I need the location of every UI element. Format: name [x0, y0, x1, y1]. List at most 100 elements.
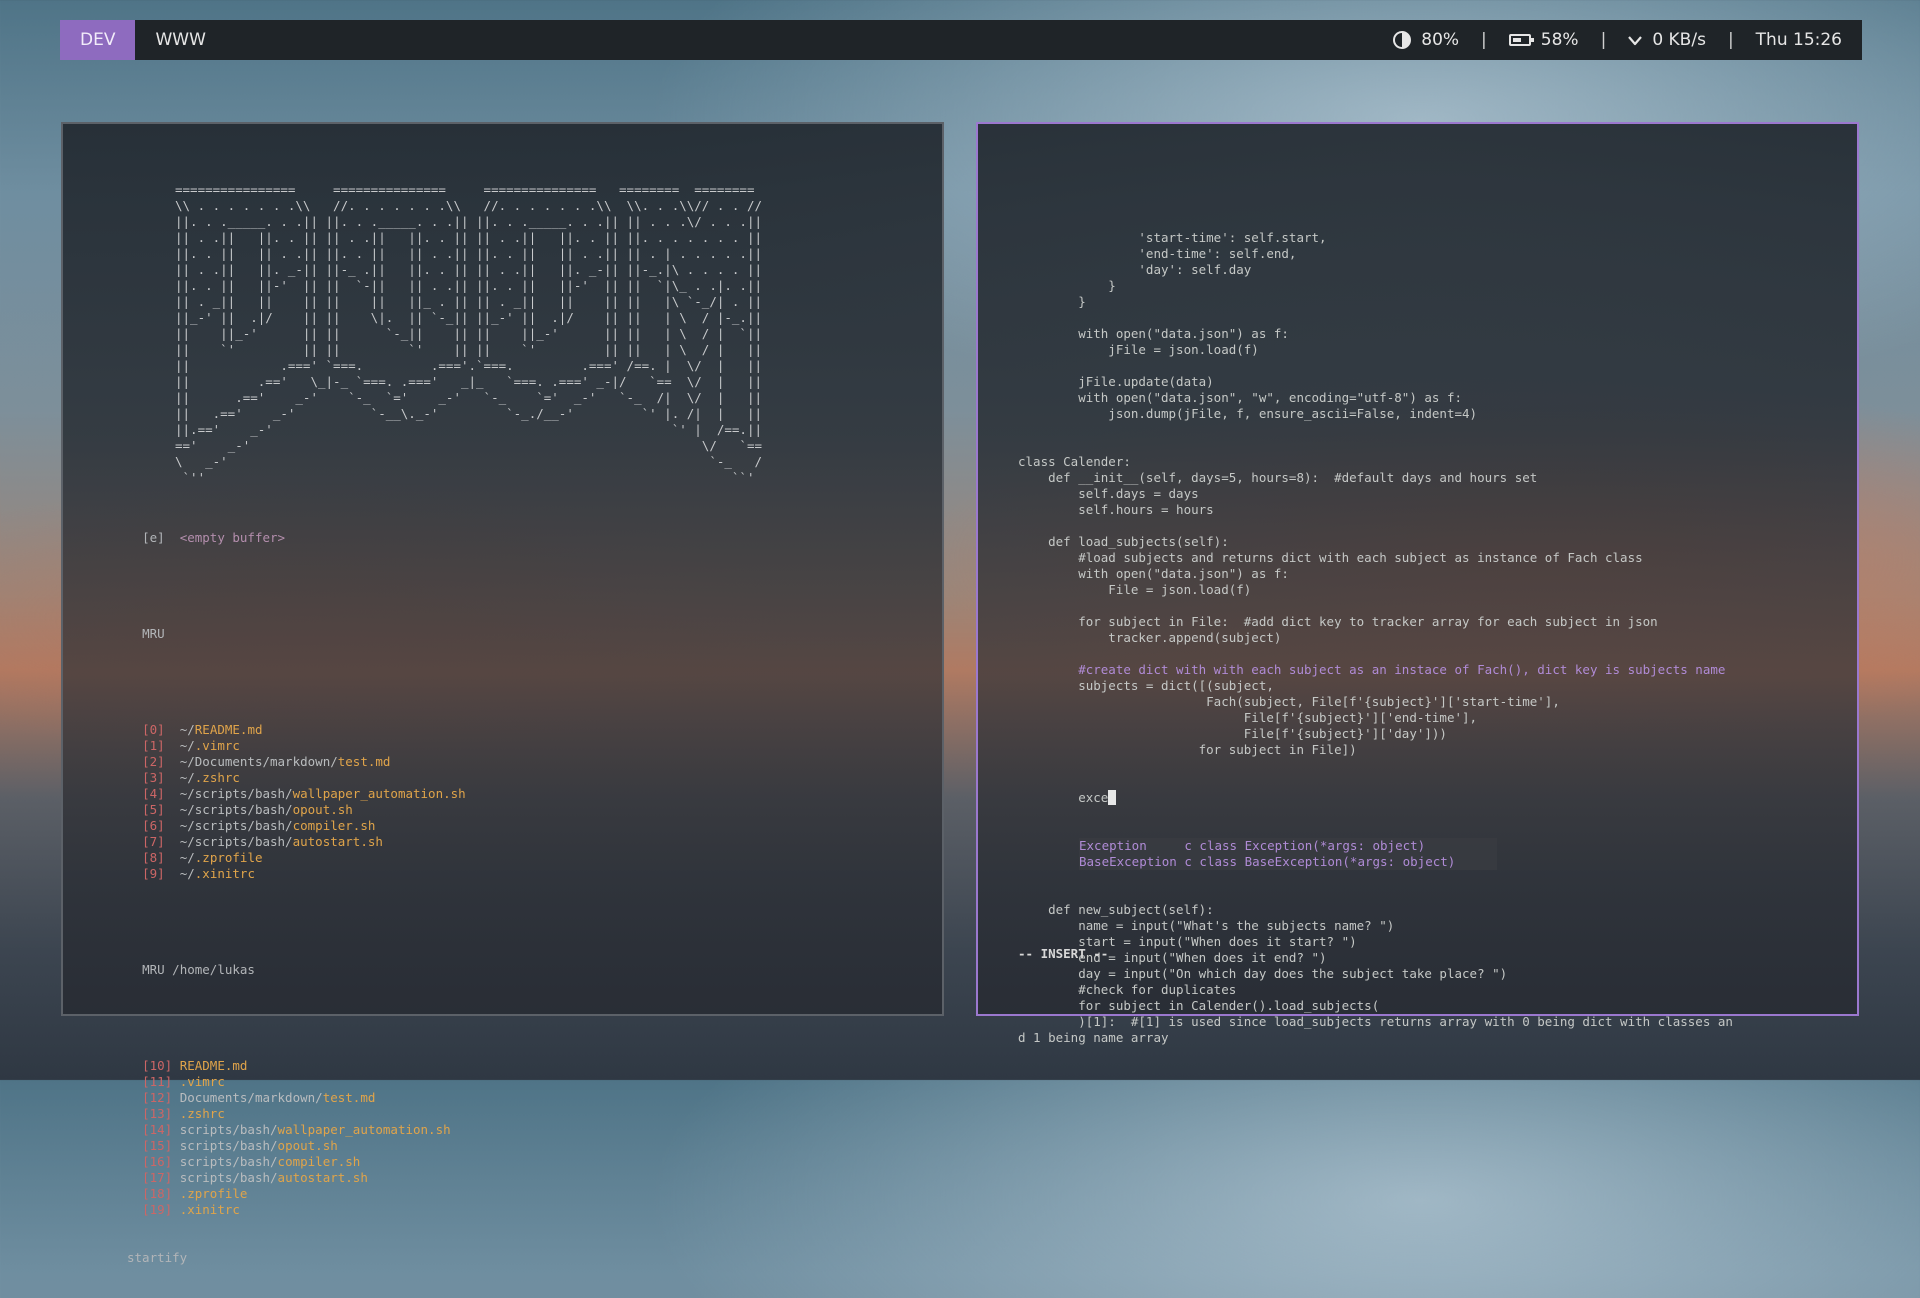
mru-item[interactable]: [0] ~/README.md	[127, 722, 466, 738]
mru-item[interactable]: [19] .xinitrc	[127, 1202, 466, 1218]
mru-item-dir: scripts/bash/	[179, 1170, 278, 1185]
mru-item-index: [1]	[142, 738, 165, 753]
mru-item-dir: ~/scripts/bash/	[179, 802, 293, 817]
separator: |	[1600, 30, 1607, 50]
workspace-www[interactable]: WWW	[135, 20, 225, 60]
mru-item-file: README.md	[194, 722, 263, 737]
mru-item-file: wallpaper_automation.sh	[292, 786, 466, 801]
code-line: }	[1018, 294, 1086, 309]
code-area[interactable]: 'start-time': self.start, 'end-time': se…	[1018, 198, 1733, 1078]
ascii-art-line: || . _|| || || || || ||_ . || || . _|| |…	[175, 294, 762, 309]
network-value: 0 KB/s	[1652, 30, 1706, 50]
code-line: }	[1018, 278, 1116, 293]
completion-item[interactable]: Exception c class Exception(*args: objec…	[1079, 838, 1497, 854]
code-line: day = input("On which day does the subje…	[1018, 966, 1508, 981]
mru-item[interactable]: [16] scripts/bash/compiler.sh	[127, 1154, 466, 1170]
mru-item[interactable]: [5] ~/scripts/bash/opout.sh	[127, 802, 466, 818]
mru-item[interactable]: [13] .zshrc	[127, 1106, 466, 1122]
ascii-art-line: `'' ``'	[175, 470, 755, 485]
mru-item[interactable]: [7] ~/scripts/bash/autostart.sh	[127, 834, 466, 850]
ascii-art-line: || .===' `===. .==='.`===. .===' /==. | …	[175, 358, 762, 373]
startify-window[interactable]: ================ =============== =======…	[61, 122, 944, 1265]
code-line: def load_subjects(self):	[1018, 534, 1229, 549]
mru-item-file: README.md	[179, 1058, 248, 1073]
mru-item[interactable]: [18] .zprofile	[127, 1186, 466, 1202]
code-line: File[f'{subject}']['day']))	[1018, 726, 1447, 741]
current-line[interactable]: exce	[1018, 790, 1733, 806]
brightness-icon	[1393, 31, 1412, 49]
network-status: 0 KB/s	[1628, 30, 1706, 50]
mru-item-dir: ~/	[179, 866, 195, 881]
code-line: for subject in File: #add dict key to tr…	[1018, 614, 1658, 629]
mru-item-file: .zprofile	[179, 1186, 248, 1201]
code-line: json.dump(jFile, f, ensure_ascii=False, …	[1018, 406, 1478, 421]
code-line: 'start-time': self.start,	[1018, 230, 1327, 245]
ascii-art-line: || . .|| ||. . || || . .|| ||. . || || .…	[175, 230, 762, 245]
mru-item-index: [16]	[142, 1154, 173, 1169]
ascii-art-line: \\ . . . . . . .\\ //. . . . . . .\\ //.…	[175, 198, 762, 213]
mru-item-dir: ~/Documents/markdown/	[179, 754, 338, 769]
mru-item-file: opout.sh	[277, 1138, 338, 1153]
mru-item[interactable]: [14] scripts/bash/wallpaper_automation.s…	[127, 1122, 466, 1138]
mru-item-file: compiler.sh	[292, 818, 376, 833]
mru-item-dir: ~/	[179, 770, 195, 785]
workspace-dev[interactable]: DEV	[60, 20, 136, 60]
mru-header: MRU	[142, 626, 165, 641]
brightness-status: 80%	[1393, 30, 1459, 50]
code-line: #check for duplicates	[1018, 982, 1237, 997]
mru-item-file: .zprofile	[194, 850, 263, 865]
startify-empty-buffer[interactable]: [e] <empty buffer>	[127, 530, 466, 546]
mru-item-file: wallpaper_automation.sh	[277, 1122, 451, 1137]
ascii-art-line: ||. . || || . .|| ||. . || || . .|| ||. …	[175, 246, 762, 261]
mru-item[interactable]: [2] ~/Documents/markdown/test.md	[127, 754, 466, 770]
mru-home-list: [10] README.md [11] .vimrc [12] Document…	[127, 1058, 466, 1218]
mru-item[interactable]: [15] scripts/bash/opout.sh	[127, 1138, 466, 1154]
mru-item[interactable]: [12] Documents/markdown/test.md	[127, 1090, 466, 1106]
ascii-art-line: ||. . ._____. . .|| ||. . ._____. . .|| …	[175, 214, 762, 229]
editor-window[interactable]: 'start-time': self.start, 'end-time': se…	[976, 122, 1859, 1045]
mru-item-index: [7]	[142, 834, 165, 849]
mru-item-dir: ~/	[179, 722, 195, 737]
ascii-art-line: ||. . || ||-' || || `-|| || . .|| ||. . …	[175, 278, 762, 293]
code-line: 'end-time': self.end,	[1018, 246, 1297, 261]
mru-item-index: [0]	[142, 722, 165, 737]
mru-item[interactable]: [4] ~/scripts/bash/wallpaper_automation.…	[127, 786, 466, 802]
completion-popup[interactable]: Exception c class Exception(*args: objec…	[1018, 838, 1733, 870]
completion-kind: c class BaseException(*args: object)	[1176, 854, 1456, 869]
mru-item-file: .xinitrc	[194, 866, 255, 881]
ascii-art-line: ==' _-' \/ `==	[175, 438, 762, 453]
code-line: name = input("What's the subjects name? …	[1018, 918, 1395, 933]
mru-item[interactable]: [9] ~/.xinitrc	[127, 866, 466, 882]
code-line: tracker.append(subject)	[1018, 630, 1282, 645]
code-line: with open("data.json", "w", encoding="ut…	[1018, 390, 1463, 405]
battery-fill	[1512, 38, 1521, 42]
mru-item[interactable]: [8] ~/.zprofile	[127, 850, 466, 866]
mru-item-dir: Documents/markdown/	[179, 1090, 323, 1105]
mru-item-file: autostart.sh	[277, 1170, 368, 1185]
battery-icon	[1508, 34, 1534, 46]
mru-item-dir: ~/scripts/bash/	[179, 834, 293, 849]
mru-item-dir: ~/	[179, 850, 195, 865]
completion-item[interactable]: BaseException c class BaseException(*arg…	[1079, 854, 1497, 870]
mru-item[interactable]: [17] scripts/bash/autostart.sh	[127, 1170, 466, 1186]
separator: |	[1481, 30, 1487, 50]
ascii-art-line: ||.==' _-' `' | /==.||	[175, 422, 762, 437]
ascii-art-line: ||_-' || .|/ || || \|. || `-_|| ||_-' ||…	[175, 310, 762, 325]
mru-item-dir: scripts/bash/	[179, 1154, 278, 1169]
mru-item[interactable]: [6] ~/scripts/bash/compiler.sh	[127, 818, 466, 834]
code-line: #load subjects and returns dict with eac…	[1018, 550, 1643, 565]
mru-item[interactable]: [10] README.md	[127, 1058, 466, 1074]
mru-item-file: opout.sh	[292, 802, 353, 817]
mru-item[interactable]: [1] ~/.vimrc	[127, 738, 466, 754]
mru-item-index: [6]	[142, 818, 165, 833]
completion-word: BaseException	[1079, 854, 1177, 869]
mru-item[interactable]: [11] .vimrc	[127, 1074, 466, 1090]
mru-item-index: [14]	[142, 1122, 173, 1137]
code-line: start = input("When does it start? ")	[1018, 934, 1357, 949]
mru-item[interactable]: [3] ~/.zshrc	[127, 770, 466, 786]
mru-item-dir: ~/scripts/bash/	[179, 818, 293, 833]
code-line: )[1]: #[1] is used since load_subjects r…	[1018, 1014, 1733, 1029]
